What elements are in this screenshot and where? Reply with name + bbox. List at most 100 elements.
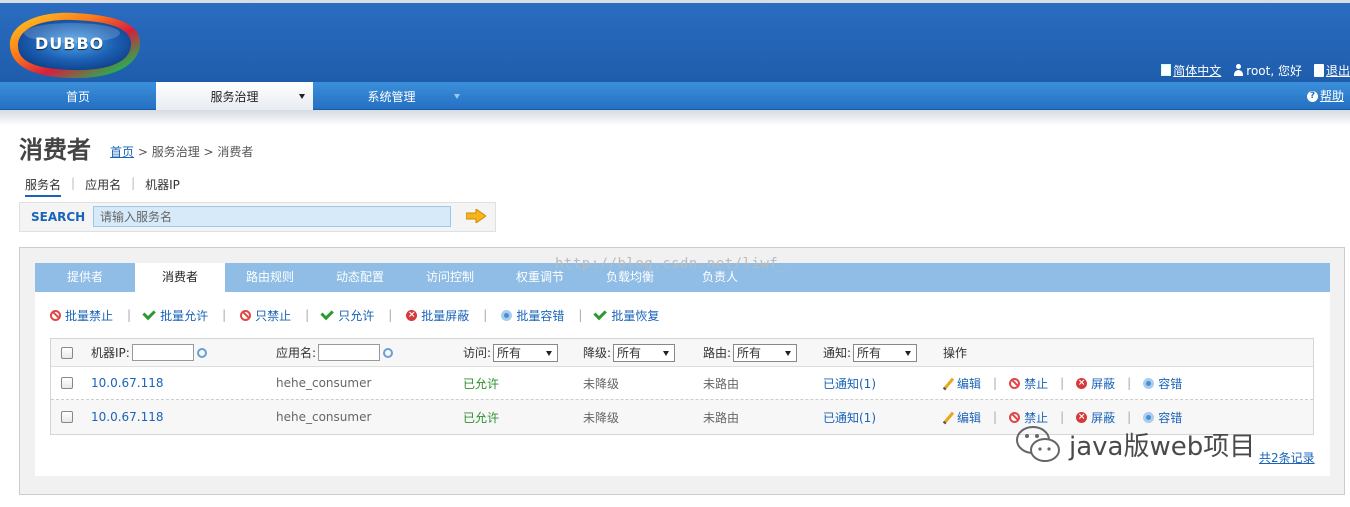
gear-icon bbox=[1143, 377, 1155, 389]
app-name: hehe_consumer bbox=[276, 376, 372, 390]
disable-button[interactable]: 禁止 bbox=[1009, 375, 1048, 392]
row-checkbox[interactable] bbox=[61, 377, 73, 389]
search-tab-ip[interactable]: 机器IP bbox=[145, 176, 180, 197]
op-label: 禁止 bbox=[1024, 376, 1049, 391]
search-tab-service[interactable]: 服务名 bbox=[25, 176, 62, 197]
batch-mask-button[interactable]: × 批量屏蔽 bbox=[406, 307, 469, 324]
op-label: 禁止 bbox=[1024, 410, 1049, 425]
select-value: 所有 bbox=[617, 346, 642, 360]
main-nav: 首页 服务治理 系统管理 ? 帮助 bbox=[0, 82, 1350, 110]
ip-filter: 机器IP: bbox=[91, 339, 207, 366]
breadcrumb-home-link[interactable]: 首页 bbox=[110, 145, 134, 159]
route-header: 路由: bbox=[703, 346, 732, 360]
wechat-watermark: java版web项目 bbox=[1015, 424, 1255, 464]
notify-link[interactable]: 已通知(1) bbox=[823, 400, 876, 434]
breadcrumb: 首页 > 服务治理 > 消费者 bbox=[110, 143, 253, 160]
ban-icon bbox=[1009, 411, 1021, 423]
tab-providers[interactable]: 提供者 bbox=[35, 263, 135, 292]
tab-dynamic-config[interactable]: 动态配置 bbox=[315, 263, 405, 292]
exit-icon bbox=[1313, 63, 1324, 77]
app-header: DUBBO 简体中文 root, 您好 退出 bbox=[0, 0, 1350, 82]
check-icon bbox=[142, 306, 156, 321]
app-filter-input[interactable] bbox=[318, 344, 381, 361]
table-row: 10.0.67.118 hehe_consumer 已允许 未降级 未路由 已通… bbox=[51, 367, 1313, 400]
ip-link[interactable]: 10.0.67.118 bbox=[91, 367, 164, 399]
row-checkbox-cell bbox=[61, 367, 73, 399]
url-watermark: http://blog.csdn.net/liwf_ bbox=[555, 256, 788, 272]
gear-icon bbox=[501, 309, 513, 321]
search-input[interactable] bbox=[93, 206, 451, 227]
logout-link[interactable]: 退出 bbox=[1326, 62, 1350, 79]
divider: | bbox=[388, 308, 393, 322]
batch-disable-button[interactable]: 批量禁止 bbox=[50, 307, 113, 324]
divider: | bbox=[305, 308, 310, 322]
chevron-down-icon bbox=[454, 94, 460, 99]
route-select[interactable]: 所有 bbox=[733, 343, 798, 362]
user-icon bbox=[1233, 64, 1244, 76]
nav-item-home[interactable]: 首页 bbox=[0, 82, 156, 110]
degrade-header: 降级: bbox=[583, 346, 612, 360]
close-circle-icon: × bbox=[406, 309, 418, 321]
ip-filter-input[interactable] bbox=[131, 344, 194, 361]
search-type-tabs: 服务名 | 应用名 | 机器IP bbox=[25, 176, 180, 197]
tab-access-control[interactable]: 访问控制 bbox=[405, 263, 495, 292]
edit-button[interactable]: 编辑 bbox=[943, 375, 981, 392]
mask-button[interactable]: × 屏蔽 bbox=[1076, 409, 1115, 426]
help-link[interactable]: 帮助 bbox=[1320, 81, 1344, 111]
tolerance-button[interactable]: 容错 bbox=[1143, 375, 1182, 392]
access-filter: 访问: 所有 bbox=[463, 339, 559, 366]
mask-button[interactable]: × 屏蔽 bbox=[1076, 375, 1115, 392]
select-all-checkbox[interactable] bbox=[61, 346, 73, 359]
only-allow-button[interactable]: 只允许 bbox=[320, 306, 374, 324]
ip-link[interactable]: 10.0.67.118 bbox=[91, 400, 164, 434]
tab-routing-rules[interactable]: 路由规则 bbox=[225, 263, 315, 292]
select-value: 所有 bbox=[857, 346, 882, 360]
logo-text: DUBBO bbox=[35, 34, 105, 53]
page-title: 消费者 bbox=[19, 136, 91, 164]
arrow-right-icon[interactable] bbox=[466, 209, 486, 223]
op-label: 屏蔽 bbox=[1091, 376, 1116, 391]
batch-allow-button[interactable]: 批量允许 bbox=[142, 306, 208, 324]
op-label: 容错 bbox=[1158, 410, 1183, 425]
divider: | bbox=[483, 308, 488, 322]
notify-link[interactable]: 已通知(1) bbox=[823, 367, 876, 399]
degrade-status: 未降级 bbox=[583, 410, 620, 425]
notify-filter: 通知: 所有 bbox=[823, 339, 918, 366]
tab-consumers[interactable]: 消费者 bbox=[135, 263, 225, 292]
pencil-icon bbox=[943, 378, 953, 388]
edit-button[interactable]: 编辑 bbox=[943, 409, 981, 426]
disable-button[interactable]: 禁止 bbox=[1009, 409, 1048, 426]
search-icon[interactable] bbox=[383, 347, 394, 358]
ban-icon bbox=[50, 309, 61, 321]
search-icon[interactable] bbox=[196, 347, 207, 358]
nav-item-label: 服务治理 bbox=[210, 90, 259, 104]
access-select[interactable]: 所有 bbox=[493, 343, 559, 362]
degrade-select[interactable]: 所有 bbox=[613, 343, 676, 362]
batch-recover-button[interactable]: 批量恢复 bbox=[593, 306, 659, 324]
logout[interactable]: 退出 bbox=[1313, 62, 1350, 79]
nav-item-service-governance[interactable]: 服务治理 bbox=[156, 82, 313, 110]
only-disable-button[interactable]: 只禁止 bbox=[240, 307, 291, 324]
batch-actions: 批量禁止 | 批量允许 | 只禁止 | 只允许 | × 批量屏蔽 | 批量容错 |… bbox=[50, 305, 659, 325]
access-status: 已允许 bbox=[463, 410, 500, 425]
action-label: 批量屏蔽 bbox=[421, 308, 470, 323]
ban-icon bbox=[1009, 377, 1021, 389]
notify-select[interactable]: 所有 bbox=[853, 343, 918, 362]
user-bar: 简体中文 root, 您好 退出 bbox=[1149, 61, 1350, 79]
total-records: 共2条记录 bbox=[1259, 451, 1315, 465]
search-tab-app[interactable]: 应用名 bbox=[85, 176, 121, 197]
language-switch[interactable]: 简体中文 bbox=[1161, 62, 1221, 79]
divider: | bbox=[222, 308, 227, 322]
tolerance-button[interactable]: 容错 bbox=[1143, 409, 1182, 426]
divider: | bbox=[131, 176, 136, 190]
nav-item-system-admin[interactable]: 系统管理 bbox=[313, 82, 470, 110]
row-checkbox[interactable] bbox=[61, 411, 73, 423]
batch-tolerance-button[interactable]: 批量容错 bbox=[501, 307, 564, 324]
check-icon bbox=[320, 306, 334, 321]
help[interactable]: ? 帮助 bbox=[1306, 81, 1344, 111]
gear-icon bbox=[1143, 411, 1155, 423]
check-icon bbox=[593, 306, 608, 321]
language-link[interactable]: 简体中文 bbox=[1173, 62, 1221, 79]
select-value: 所有 bbox=[737, 346, 762, 360]
action-label: 只禁止 bbox=[255, 308, 292, 323]
